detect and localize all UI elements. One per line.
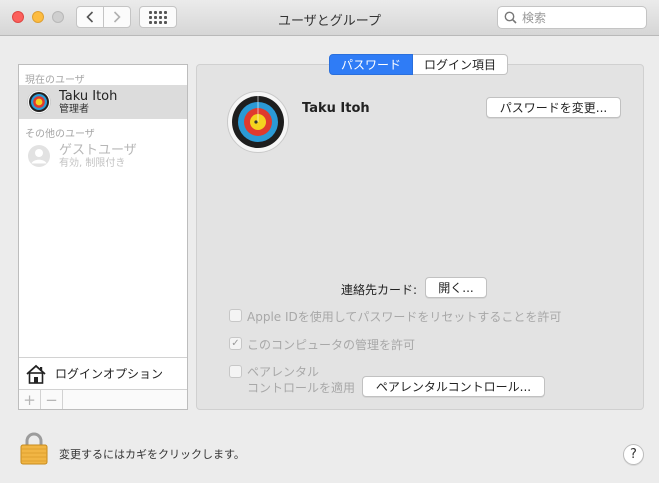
checkbox-label: Apple IDを使用してパスワードをリセットすることを許可 [247, 310, 562, 324]
search-field[interactable]: 検索 [497, 6, 647, 29]
parental-controls-checkbox[interactable]: ペアレンタル コントロールを適用 [229, 364, 355, 396]
remove-user-button[interactable]: − [41, 390, 63, 409]
login-options-label: ログインオプション [55, 367, 164, 381]
contact-card-label: 連絡先カード: [341, 283, 418, 297]
sidebar-item-guest-user[interactable]: ゲストユーザ 有効, 制限付き [19, 139, 187, 173]
current-users-header: 現在のユーザ [25, 75, 85, 86]
checkbox-box[interactable] [229, 365, 242, 378]
tab-bar: パスワード ログイン項目 [329, 54, 509, 75]
other-users-header: その他のユーザ [25, 129, 95, 140]
checkbox-label-line2: コントロールを適用 [247, 381, 356, 395]
checkbox-box[interactable] [229, 309, 242, 322]
house-icon [26, 364, 46, 384]
search-icon [504, 11, 517, 24]
add-user-button[interactable]: + [19, 390, 41, 409]
padlock-icon[interactable] [18, 431, 50, 465]
allow-appleid-reset-checkbox[interactable]: Apple IDを使用してパスワードをリセットすることを許可 [229, 308, 561, 325]
checkbox-label-line1: ペアレンタル [247, 365, 320, 379]
search-placeholder: 検索 [522, 11, 547, 25]
checkbox-label: このコンピュータの管理を許可 [247, 338, 416, 352]
user-name-heading: Taku Itoh [302, 101, 370, 116]
lock-instructions: 変更するにはカギをクリックします。 [59, 448, 245, 461]
sidebar-item-taku-itoh[interactable]: Taku Itoh 管理者 [19, 85, 187, 119]
guest-person-icon [28, 145, 50, 167]
open-contact-button[interactable]: 開く... [425, 277, 487, 298]
archery-target-icon [27, 90, 51, 114]
login-options-item[interactable]: ログインオプション [19, 357, 187, 389]
title-bar: ユーザとグループ 検索 [0, 0, 659, 36]
allow-admin-checkbox[interactable]: ✓ このコンピュータの管理を許可 [229, 336, 415, 353]
checkmark-icon[interactable]: ✓ [229, 337, 242, 350]
change-password-button[interactable]: パスワードを変更... [486, 97, 621, 118]
parental-controls-button[interactable]: ペアレンタルコントロール... [362, 376, 545, 397]
user-role-label: 管理者 [59, 103, 89, 115]
help-button[interactable]: ? [623, 444, 644, 465]
tab-login-items[interactable]: ログイン項目 [413, 54, 509, 75]
user-name-label: Taku Itoh [59, 88, 118, 104]
guest-status-label: 有効, 制限付き [59, 157, 126, 169]
sidebar-toolbar: + − [19, 389, 187, 409]
user-list-sidebar: 現在のユーザ Taku Itoh 管理者 その他のユーザ ゲストユーザ 有効, … [18, 64, 188, 410]
tab-password[interactable]: パスワード [329, 54, 414, 75]
user-avatar[interactable] [227, 91, 289, 153]
guest-name-label: ゲストユーザ [59, 142, 137, 158]
